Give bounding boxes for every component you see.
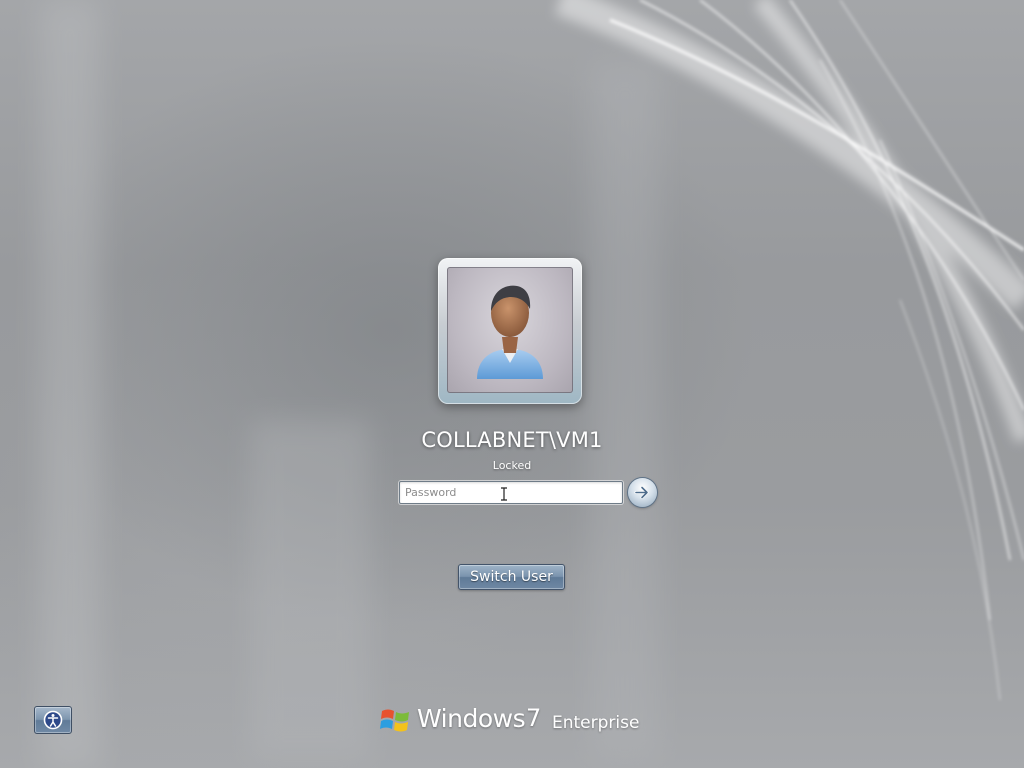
user-name: COLLABNET\VM1 [421,428,603,452]
switch-user-button[interactable]: Switch User [458,564,565,590]
submit-button[interactable] [628,478,657,507]
ease-of-access-icon [43,710,63,730]
user-status: Locked [492,459,532,472]
user-avatar-frame [447,267,573,393]
user-avatar-icon [477,285,543,379]
ease-of-access-button[interactable] [34,706,72,734]
brand-version: 7 [526,704,542,732]
password-input[interactable] [399,481,623,504]
windows-branding: Windows 7 Enterprise [380,704,650,738]
arrow-right-icon [634,486,649,499]
windows-flag-icon [380,709,409,732]
user-tile [438,258,582,404]
brand-product-name: Windows [417,704,526,733]
brand-edition: Enterprise [552,713,640,733]
